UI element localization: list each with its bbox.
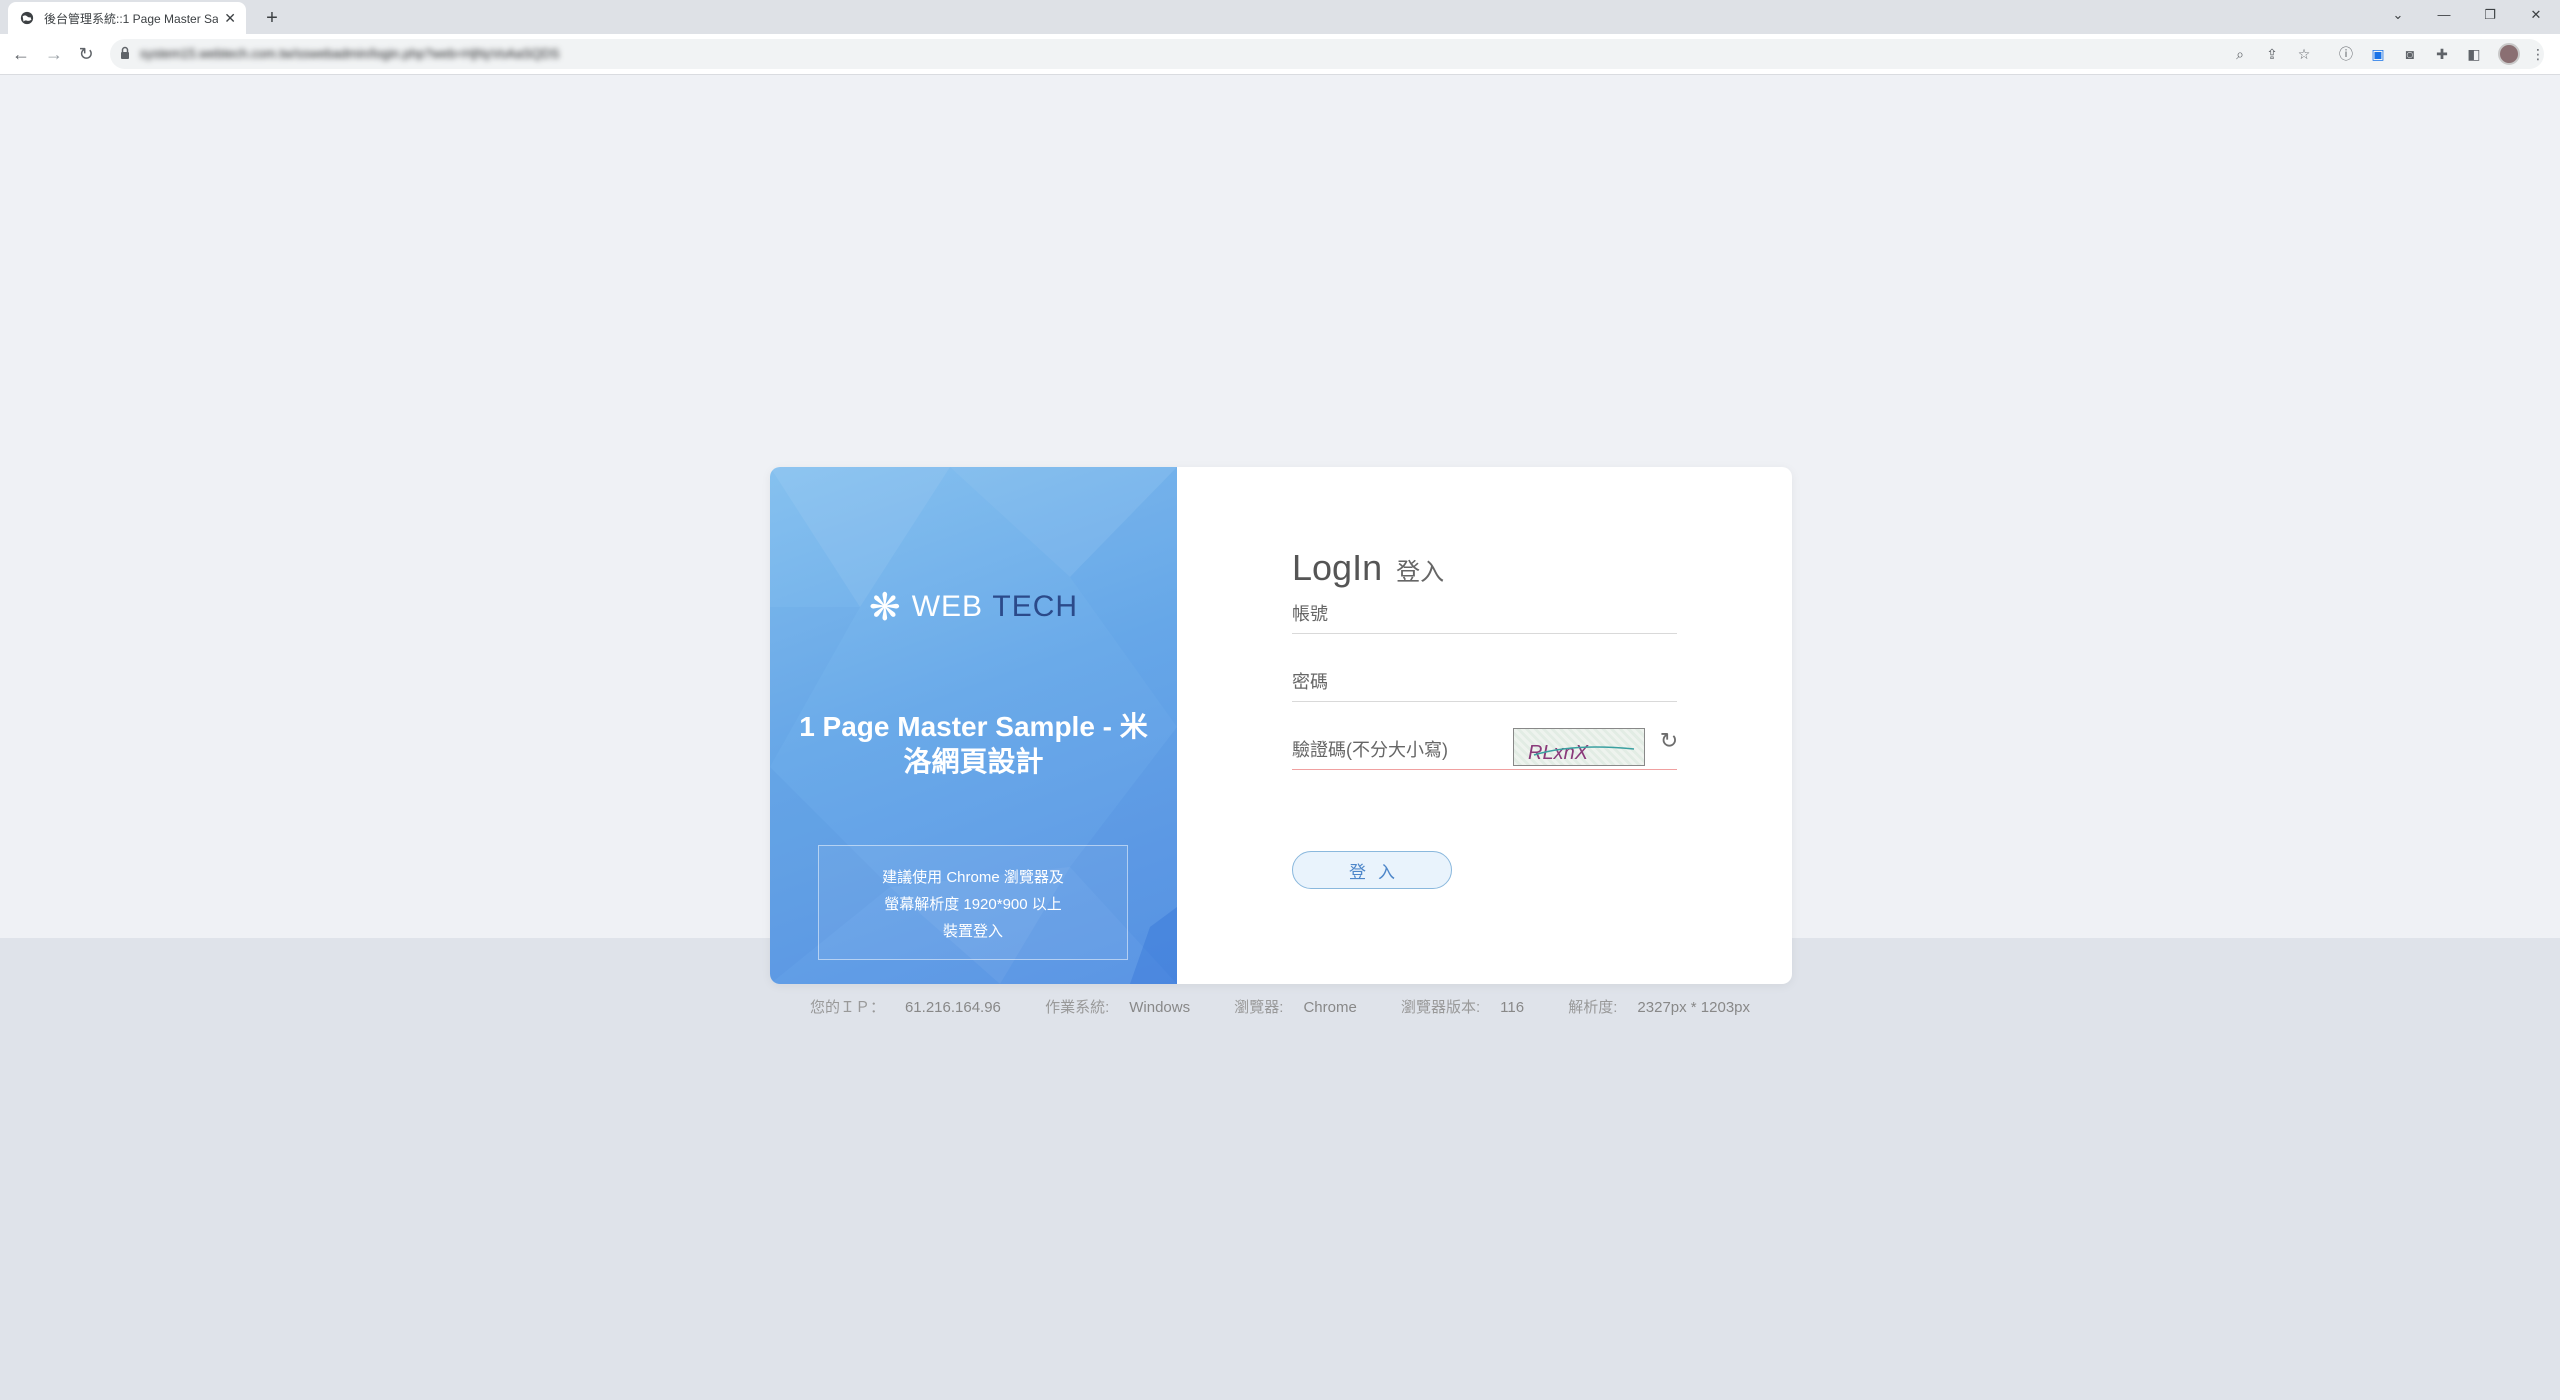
restore-button[interactable]: ❐ [2470,0,2510,34]
zoom-icon[interactable]: ⌕ [2232,46,2248,62]
resolution-label: 解析度: [1568,999,1618,1016]
password-input[interactable] [1292,667,1672,697]
close-window-button[interactable]: ✕ [2516,0,2556,34]
back-icon[interactable]: ← [9,42,33,66]
login-form-panel: LogIn 登入 RLxnX ↻ 登入 [1177,467,1792,984]
browser-toolbar: ← → ↻ system15.webtech.com.tw/sswebadmin… [0,34,2560,75]
login-heading: LogIn 登入 [1292,547,1444,589]
password-field [1292,661,1677,702]
bookmark-star-icon[interactable]: ☆ [2296,46,2312,62]
asterisk-logo-icon: ❋ [868,587,902,629]
captcha-input[interactable] [1292,735,1492,765]
screenshot-icon[interactable]: ◙ [2402,46,2418,62]
menu-dots-icon[interactable]: ⋮ [2530,46,2546,62]
browser-recommendation-notice: 建議使用 Chrome 瀏覽器及 螢幕解析度 1920*900 以上 裝置登入 [818,845,1128,960]
brand-name-tech: TECH [992,590,1079,623]
login-button[interactable]: 登入 [1292,851,1452,889]
brand-panel: ❋ WEB TECH 1 Page Master Sample - 米洛網頁設計 … [770,467,1177,984]
new-tab-button[interactable]: + [258,4,286,32]
refresh-icon[interactable]: ↻ [1657,729,1681,753]
ip-label: 您的ＩＰ： [809,999,885,1016]
login-card: ❋ WEB TECH 1 Page Master Sample - 米洛網頁設計 … [770,467,1792,984]
login-heading-en: LogIn [1292,547,1383,588]
tab-close-icon[interactable]: ✕ [224,10,236,27]
resolution-value: 2327px * 1203px [1637,999,1751,1016]
browser-version-label: 瀏覽器版本: [1400,999,1481,1016]
captcha-text-graphic: RLxnX [1528,742,1635,764]
login-heading-zh: 登入 [1396,559,1445,586]
lock-icon [121,46,129,59]
browser-version-value: 116 [1500,999,1525,1016]
globe-icon [20,11,34,25]
os-value: Windows [1129,999,1191,1016]
account-input[interactable] [1292,599,1672,629]
brand-name-web: WEB [911,590,984,623]
reload-icon[interactable]: ↻ [74,42,98,66]
os-label: 作業系統: [1045,999,1110,1016]
captcha-image[interactable]: RLxnX [1513,728,1645,766]
captcha-char: RLxnX [1528,742,1589,764]
client-info-footer: 您的ＩＰ： 61.216.164.96 作業系統: Windows 瀏覽器: Chro… [0,996,2560,1017]
tab-title: 後台管理系統::1 Page Master Sa [44,11,219,26]
extensions-puzzle-icon[interactable]: ✚ [2434,46,2450,62]
minimize-button[interactable]: — [2424,0,2464,34]
browser-value: Chrome [1303,999,1357,1016]
extension-translate-icon[interactable]: ▣ [2370,46,2386,62]
extension-info-icon[interactable]: ⓘ [2338,46,2354,62]
tab-search-icon[interactable]: ⌄ [2378,0,2418,34]
site-title: 1 Page Master Sample - 米洛網頁設計 [799,711,1148,777]
profile-avatar[interactable] [2498,43,2520,65]
url-text: system15.webtech.com.tw/sswebadmin/login… [140,46,560,61]
captcha-field: RLxnX ↻ [1292,728,1678,770]
notice-line: 建議使用 Chrome 瀏覽器及 [882,869,1064,886]
notice-line: 裝置登入 [942,923,1003,940]
share-icon[interactable]: ⇪ [2264,46,2280,62]
notice-line: 螢幕解析度 1920*900 以上 [884,896,1062,913]
browser-label: 瀏覽器: [1234,999,1284,1016]
brand-logo: ❋ WEB TECH [770,585,1177,630]
address-bar[interactable]: system15.webtech.com.tw/sswebadmin/login… [110,39,2544,69]
ip-value: 61.216.164.96 [904,999,1001,1016]
browser-tab[interactable]: 後台管理系統::1 Page Master Sa ✕ [8,2,246,34]
account-field [1292,593,1677,634]
forward-icon[interactable]: → [42,42,66,66]
browser-tab-strip: 後台管理系統::1 Page Master Sa ✕ + ⌄ — ❐ ✕ [0,0,2560,34]
side-panel-icon[interactable]: ◧ [2466,46,2482,62]
